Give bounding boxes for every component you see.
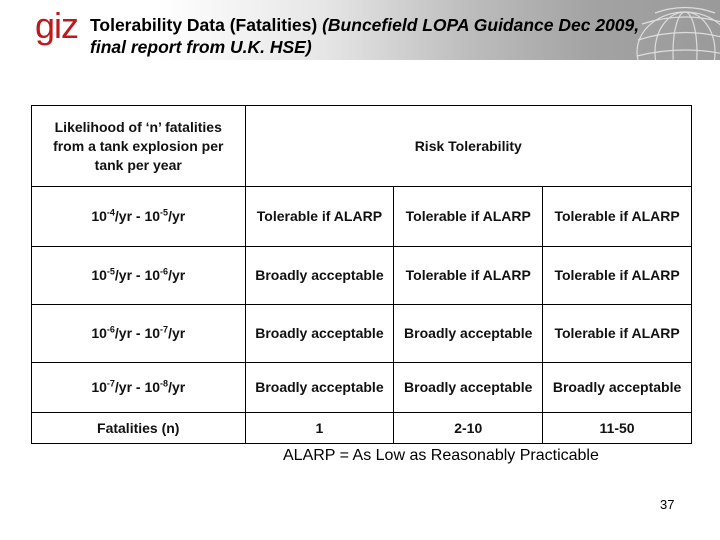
fatalities-label: Fatalities (n) — [31, 412, 246, 444]
tolerability-cell: Broadly acceptable — [244, 362, 395, 413]
table-row: 10-5/yr - 10-6/yr Broadly acceptable Tol… — [31, 246, 692, 305]
page-number: 37 — [660, 497, 675, 512]
table-row: 10-7/yr - 10-8/yr Broadly acceptable Bro… — [31, 362, 692, 413]
page-title: Tolerability Data (Fatalities) (Buncefie… — [90, 14, 720, 58]
tolerability-cell: Tolerable if ALARP — [542, 304, 692, 363]
tolerability-cell: Broadly acceptable — [244, 304, 395, 363]
giz-logo: giz — [35, 5, 79, 46]
likelihood-cell: 10-4/yr - 10-5/yr — [31, 186, 246, 247]
header-risk-tolerability: Risk Tolerability — [244, 105, 692, 187]
fatalities-value: 1 — [244, 412, 395, 444]
table-row: 10-6/yr - 10-7/yr Broadly acceptable Bro… — [31, 304, 692, 363]
tolerability-cell: Tolerable if ALARP — [244, 186, 395, 247]
likelihood-cell: 10-6/yr - 10-7/yr — [31, 304, 246, 363]
title-source-line2: final report from U.K. HSE) — [90, 37, 312, 57]
tolerability-cell: Tolerable if ALARP — [542, 246, 692, 305]
alarp-note: ALARP = As Low as Reasonably Practicable — [283, 447, 599, 464]
likelihood-cell: 10-7/yr - 10-8/yr — [31, 362, 246, 413]
table-row: 10-4/yr - 10-5/yr Tolerable if ALARP Tol… — [31, 186, 692, 247]
title-main: Tolerability Data (Fatalities) — [90, 15, 323, 35]
risk-tolerability-table: Likelihood of ‘n’ fatalities from a tank… — [31, 105, 692, 444]
table-header-row: Likelihood of ‘n’ fatalities from a tank… — [31, 105, 692, 187]
tolerability-cell: Tolerable if ALARP — [393, 246, 544, 305]
tolerability-cell: Broadly acceptable — [244, 246, 395, 305]
tolerability-cell: Broadly acceptable — [393, 362, 544, 413]
header-likelihood: Likelihood of ‘n’ fatalities from a tank… — [31, 105, 246, 187]
tolerability-cell: Broadly acceptable — [542, 362, 692, 413]
fatalities-value: 2-10 — [393, 412, 544, 444]
likelihood-cell: 10-5/yr - 10-6/yr — [31, 246, 246, 305]
tolerability-cell: Tolerable if ALARP — [393, 186, 544, 247]
tolerability-cell: Tolerable if ALARP — [542, 186, 692, 247]
tolerability-cell: Broadly acceptable — [393, 304, 544, 363]
fatalities-value: 11-50 — [542, 412, 692, 444]
fatalities-row: Fatalities (n) 1 2-10 11-50 — [31, 412, 692, 444]
title-source-line1: (Buncefield LOPA Guidance Dec 2009, — [322, 15, 640, 35]
